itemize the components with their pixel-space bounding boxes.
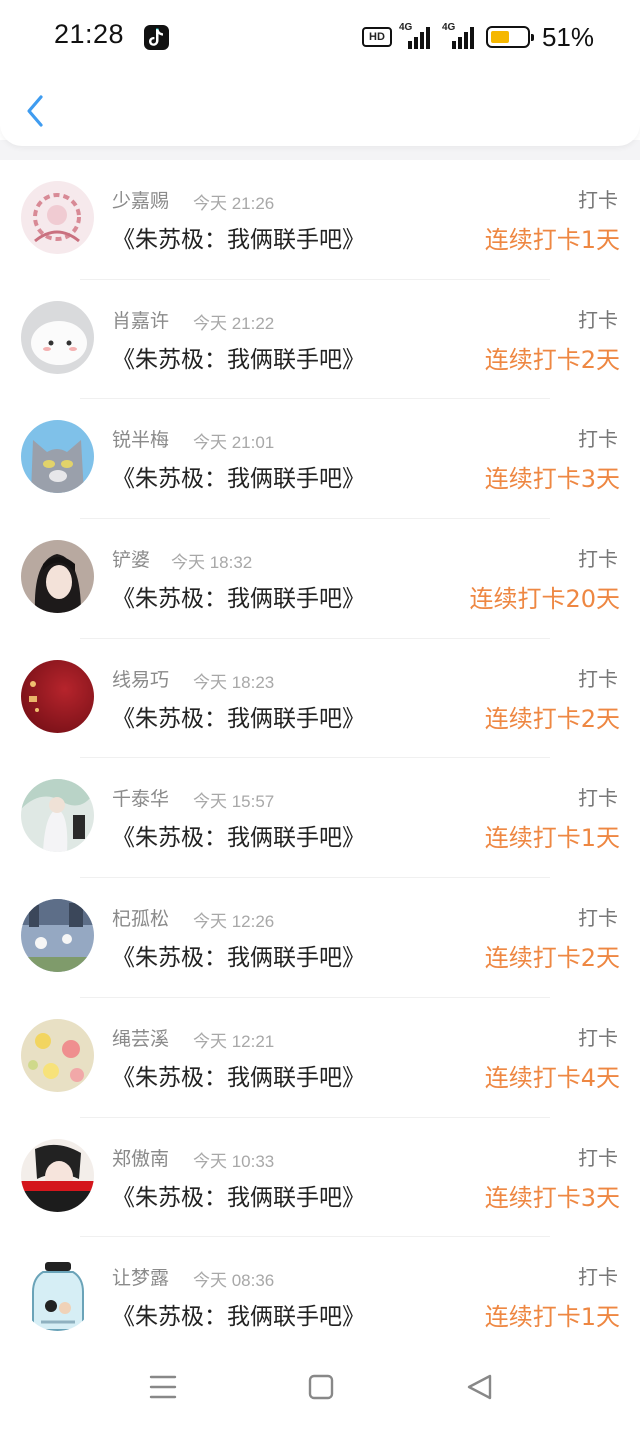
home-icon [308,1374,334,1400]
avatar[interactable] [21,181,94,254]
hd-icon: HD [361,27,392,47]
back-button[interactable] [18,88,58,134]
status-icons: HD 4G 4G 51% [361,21,594,52]
chevron-left-icon [27,95,43,127]
streak-label: 连续打卡3天 [484,1183,620,1212]
checkin-time: 今天 10:33 [193,1151,275,1171]
avatar[interactable] [21,659,94,733]
back-triangle-icon [467,1374,492,1400]
checkin-time: 今天 12:26 [193,912,275,932]
book-title[interactable]: 《朱苏极：我俩联手吧》 [112,938,365,972]
streak-label: 连续打卡1天 [484,824,620,853]
home-button[interactable] [303,1369,339,1405]
checkin-type: 打卡 [578,427,618,452]
user-name[interactable]: 锐半梅 [112,425,169,452]
list-item[interactable]: 锐半梅 今天 21:01 《朱苏极：我俩联手吧》 打卡连续打卡3天 [0,399,640,520]
list-item[interactable]: 少嘉赐 今天 21:26 《朱苏极：我俩联手吧》 打卡连续打卡1天 [0,160,640,280]
streak-label: 连续打卡2天 [484,345,620,374]
checkin-type: 打卡 [578,188,618,212]
avatar[interactable] [21,1018,94,1092]
book-title[interactable]: 《朱苏极：我俩联手吧》 [112,220,365,254]
battery-icon [485,26,534,48]
top-bar: 21:28 HD 4G 4G 51% [0,0,640,146]
checkin-time: 今天 18:23 [193,672,275,692]
user-name[interactable]: 千泰华 [112,784,169,811]
user-name[interactable]: 杞孤松 [112,904,169,931]
checkin-time: 今天 21:26 [193,194,275,213]
avatar[interactable] [21,1138,94,1212]
battery-percent: 51% [541,21,594,52]
book-title[interactable]: 《朱苏极：我俩联手吧》 [112,1178,365,1212]
avatar[interactable] [21,779,94,853]
signal-icon: 4G [398,22,430,49]
streak-label: 连续打卡1天 [484,1303,620,1332]
list-item[interactable]: 让梦露 今天 08:36 《朱苏极：我俩联手吧》 打卡连续打卡1天 [0,1237,640,1357]
checkin-type: 打卡 [578,1025,618,1050]
book-title[interactable]: 《朱苏极：我俩联手吧》 [112,459,365,493]
checkin-list: 少嘉赐 今天 21:26 《朱苏极：我俩联手吧》 打卡 连续打卡1天 肖嘉许 今天 21:2… [0,160,640,1357]
streak-label: 连续打卡2天 [484,944,620,973]
user-name[interactable]: 肖嘉许 [112,306,169,333]
user-name[interactable]: 绳芸溪 [112,1024,169,1051]
streak-label: 连续打卡2天 [484,704,620,733]
user-name[interactable]: 铲婆 [112,545,150,572]
avatar[interactable] [21,1258,94,1332]
book-title[interactable]: 《朱苏极：我俩联手吧》 [112,340,365,374]
checkin-type: 打卡 [578,1265,618,1290]
list-item[interactable]: 千泰华 今天 15:57 《朱苏极：我俩联手吧》 打卡连续打卡1天 [0,758,640,879]
menu-button[interactable] [145,1369,181,1405]
checkin-time: 今天 21:22 [193,313,275,333]
list-item[interactable]: 杞孤松 今天 12:26 《朱苏极：我俩联手吧》 打卡连续打卡2天 [0,878,640,998]
list-item[interactable]: 郑傲南 今天 10:33 《朱苏极：我俩联手吧》 打卡连续打卡3天 [0,1118,640,1238]
streak-label: 连续打卡3天 [484,465,620,494]
book-title[interactable]: 《朱苏极：我俩联手吧》 [112,699,365,733]
avatar[interactable] [21,300,94,374]
checkin-time: 今天 15:57 [193,792,275,812]
checkin-type: 打卡 [578,666,618,691]
checkin-type: 打卡 [578,906,618,931]
list-item[interactable]: 铲婆 今天 18:32 《朱苏极：我俩联手吧》 打卡连续打卡20天 [0,519,640,639]
avatar[interactable] [21,899,94,973]
user-name[interactable]: 郑傲南 [112,1144,169,1171]
checkin-time: 今天 12:21 [193,1031,275,1051]
user-name[interactable]: 线易巧 [112,665,169,692]
network-type-label: 4G [398,22,413,33]
user-name[interactable]: 让梦露 [112,1263,169,1290]
checkin-time: 今天 08:36 [193,1271,275,1291]
avatar[interactable] [21,540,94,614]
streak-label: 连续打卡1天 [484,226,620,254]
book-title[interactable]: 《朱苏极：我俩联手吧》 [112,579,365,613]
list-item[interactable]: 线易巧 今天 18:23 《朱苏极：我俩联手吧》 打卡连续打卡2天 [0,639,640,759]
list-item[interactable]: 肖嘉许 今天 21:22 《朱苏极：我俩联手吧》 打卡连续打卡2天 [0,280,640,400]
checkin-type: 打卡 [578,307,618,332]
checkin-type: 打卡 [578,1145,618,1170]
avatar[interactable] [21,420,94,494]
signal-icon-2: 4G [438,22,474,49]
battery-fill [490,31,509,43]
checkin-type: 打卡 [578,786,618,811]
streak-label: 连续打卡20天 [469,585,620,614]
back-nav-button[interactable] [462,1369,498,1405]
checkin-time: 今天 18:32 [171,553,253,573]
checkin-type: 打卡 [578,547,618,572]
book-title[interactable]: 《朱苏极：我俩联手吧》 [112,1058,365,1092]
book-title[interactable]: 《朱苏极：我俩联手吧》 [112,818,365,852]
streak-label: 连续打卡4天 [484,1063,620,1092]
status-time: 21:28 [54,19,125,49]
checkin-time: 今天 21:01 [193,433,275,453]
menu-icon [149,1375,177,1399]
tiktok-icon [144,25,169,50]
book-title[interactable]: 《朱苏极：我俩联手吧》 [112,1297,365,1331]
system-nav-bar [0,1345,640,1429]
user-name[interactable]: 少嘉赐 [112,186,169,213]
network-type-label-2: 4G [441,22,456,33]
list-item[interactable]: 绳芸溪 今天 12:21 《朱苏极：我俩联手吧》 打卡连续打卡4天 [0,998,640,1118]
